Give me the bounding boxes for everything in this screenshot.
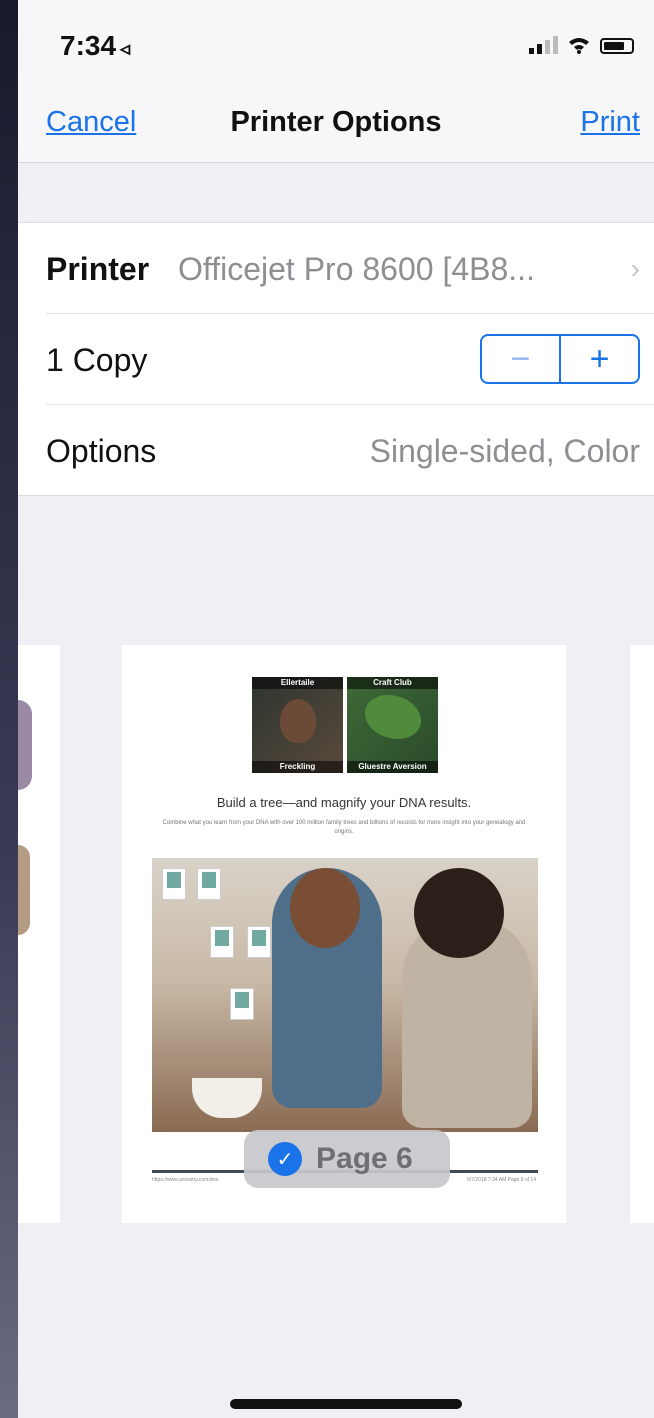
print-button[interactable]: Print (580, 106, 640, 139)
tree-card (230, 988, 254, 1020)
photo-person-head (290, 868, 360, 948)
print-options-screen: 7:34 ◃ Cancel Printer Options Print Print… (18, 0, 654, 1418)
printer-label: Printer (46, 251, 150, 287)
copies-stepper: − + (480, 334, 640, 384)
photo-person-head (414, 868, 504, 958)
status-time: 7:34 ◃ (60, 30, 131, 61)
feature-tile: Ellertaile Freckling (252, 677, 343, 773)
tree-card (210, 926, 234, 958)
copies-label: 1 Copy (46, 342, 148, 378)
thumbnail-art (18, 700, 32, 790)
checkmark-icon: ✓ (268, 1142, 302, 1176)
options-value: Single-sided, Color (369, 433, 640, 469)
footer-page-info: 9/7/2018 7:34 AM Page 6 of 14 (467, 1177, 536, 1183)
tile-top-label: Craft Club (347, 677, 438, 689)
signal-icon (529, 36, 558, 54)
increment-copies-button[interactable]: + (561, 336, 638, 382)
options-label: Options (46, 433, 157, 469)
previous-page-thumbnail[interactable] (18, 645, 60, 1223)
printer-row[interactable]: Printer Officejet Pro 8600 [4B8... › (46, 223, 654, 314)
portrait-image (280, 699, 316, 743)
wifi-icon (569, 38, 589, 54)
tile-bottom-label: Gluestre Aversion (347, 761, 438, 773)
location-icon: ◃ (120, 38, 131, 60)
battery-icon (600, 38, 634, 54)
page-number-label: Page 6 (316, 1142, 413, 1175)
decrement-copies-button[interactable]: − (482, 336, 561, 382)
feature-tiles: Ellertaile Freckling Craft Club Gluestre… (252, 677, 438, 773)
page-title: Printer Options (230, 106, 442, 138)
options-row[interactable]: Options Single-sided, Color (46, 405, 654, 495)
next-page-thumbnail[interactable] (630, 645, 654, 1223)
footer-url: https://www.ancestry.com/dna (152, 1177, 219, 1183)
printer-value: Officejet Pro 8600 [4B8... (178, 251, 535, 287)
tree-card (247, 926, 271, 958)
feature-tile: Craft Club Gluestre Aversion (347, 677, 438, 773)
tile-top-label: Ellertaile (252, 677, 343, 689)
page-select-badge[interactable]: ✓ Page 6 (244, 1130, 450, 1188)
home-indicator[interactable] (230, 1399, 462, 1409)
tree-card (162, 868, 186, 900)
coffee-cup (192, 1078, 262, 1118)
plant-image (365, 695, 421, 739)
status-icons (529, 36, 634, 54)
preview-photo (152, 858, 538, 1132)
thumbnail-art (18, 845, 30, 935)
navigation-bar: Cancel Printer Options Print (18, 88, 654, 163)
chevron-right-icon: › (630, 253, 640, 284)
tile-bottom-label: Freckling (252, 761, 343, 773)
preview-headline: Build a tree—and magnify your DNA result… (216, 795, 472, 810)
preview-subtext: Combine what you learn from your DNA wit… (162, 820, 526, 835)
tree-card (197, 868, 221, 900)
print-settings-list: Printer Officejet Pro 8600 [4B8... › 1 C… (18, 222, 654, 496)
copies-row: 1 Copy − + (46, 314, 654, 405)
status-bar: 7:34 ◃ (18, 0, 654, 88)
